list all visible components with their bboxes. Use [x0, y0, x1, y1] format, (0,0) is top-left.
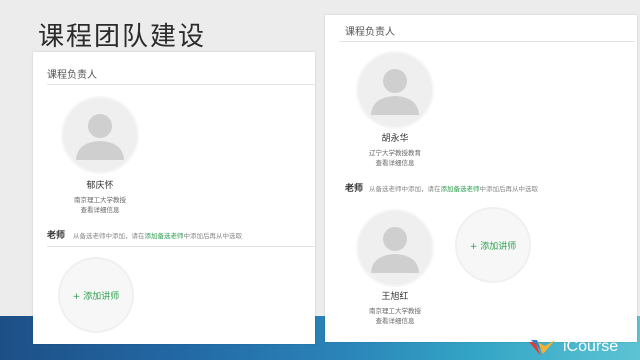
slide-title: 课程团队建设 — [38, 22, 207, 52]
teacher-avatar[interactable] — [358, 211, 432, 285]
left-leader-avatar[interactable] — [63, 98, 137, 172]
right-hint-prefix: 从备选老师中添加，请在 — [369, 185, 441, 193]
right-add-lecturer-button[interactable]: + 添加讲师 — [457, 209, 529, 281]
left-course-team-panel: 课程负责人 郁庆怀 南京理工大学教授 查看详细信息 老师 从备选老师中添加，请在… — [33, 52, 315, 344]
teacher-name[interactable]: 王旭红 — [335, 289, 455, 302]
left-add-alternate-teacher-link[interactable]: 添加备选老师 — [145, 232, 184, 240]
right-add-alternate-teacher-link[interactable]: 添加备选老师 — [441, 185, 480, 193]
icourse-logo-icon — [529, 340, 555, 356]
left-leader-name[interactable]: 郁庆怀 — [40, 178, 160, 191]
avatar-placeholder-icon — [371, 69, 419, 115]
left-section-title: 课程负责人 — [47, 70, 97, 81]
left-add-lecturer-button[interactable]: + 添加讲师 — [60, 259, 132, 331]
right-leader-detail-link[interactable]: 查看详细信息 — [335, 157, 455, 167]
left-teachers-hint: 从备选老师中添加，请在添加备选老师中添加后再从中选取 — [73, 230, 242, 240]
right-teachers-label: 老师 — [345, 184, 364, 194]
right-leader-avatar[interactable] — [358, 53, 432, 127]
left-leader-detail-link[interactable]: 查看详细信息 — [40, 204, 160, 214]
right-section-divider — [339, 41, 635, 42]
left-teachers-label: 老师 — [47, 231, 66, 241]
left-hint-suffix: 中添加后再从中选取 — [183, 232, 243, 240]
right-course-team-panel: 课程负责人 胡永华 辽宁大学教授教育 查看详细信息 老师 从备选老师中添加，请在… — [325, 15, 637, 342]
teacher-detail-link[interactable]: 查看详细信息 — [335, 315, 455, 325]
teacher-title: 南京理工大学教授 — [369, 307, 421, 315]
left-teachers-divider — [47, 246, 315, 247]
right-section-title: 课程负责人 — [345, 27, 395, 38]
icourse-logo: iCourse 在线 — [527, 330, 637, 360]
left-section-divider — [47, 84, 315, 85]
avatar-placeholder-icon — [76, 114, 124, 160]
right-teachers-hint: 从备选老师中添加，请在添加备选老师中添加后再从中选取 — [369, 183, 538, 193]
right-hint-suffix: 中添加后再从中选取 — [479, 185, 539, 193]
logo-small-text: 在线 — [603, 330, 623, 341]
right-leader-title: 辽宁大学教授教育 — [369, 149, 421, 157]
avatar-placeholder-icon — [371, 227, 419, 273]
left-leader-title: 南京理工大学教授 — [74, 196, 126, 204]
right-leader-name[interactable]: 胡永华 — [335, 131, 455, 144]
left-hint-prefix: 从备选老师中添加，请在 — [73, 232, 145, 240]
